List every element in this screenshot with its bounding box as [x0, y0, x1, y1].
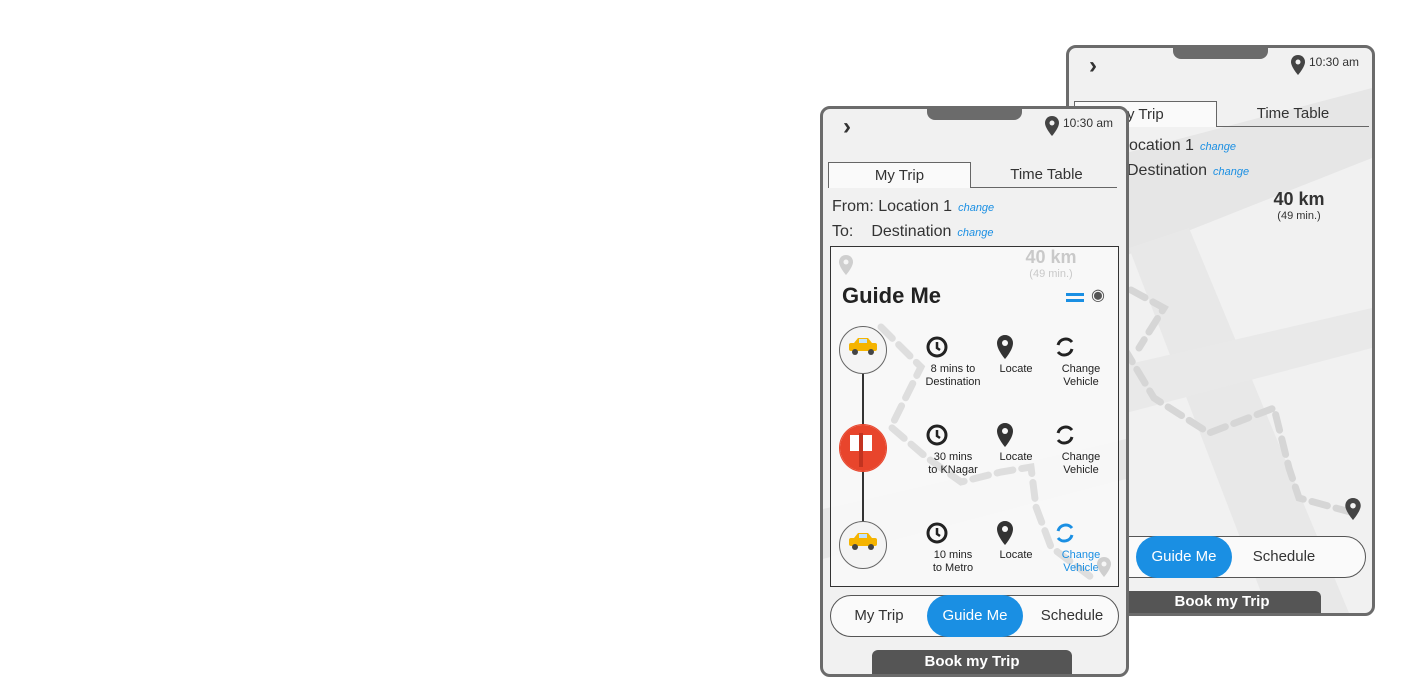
book-trip-button[interactable]: Book my Trip: [872, 650, 1072, 674]
to-value: Destination: [1127, 162, 1208, 179]
locate-label: Locate: [999, 451, 1033, 463]
change-line1: Change: [1061, 451, 1101, 463]
destination-pin-icon: [1097, 557, 1111, 577]
from-value: Location 1: [878, 198, 953, 215]
app-logo-icon: ›: [843, 113, 851, 140]
from-value: ocation 1: [1129, 137, 1194, 154]
change-line2: Vehicle: [1063, 562, 1099, 574]
locate-button[interactable]: Locate: [991, 333, 1041, 376]
clock-icon: [926, 424, 948, 446]
guide-me-title: Guide Me: [842, 283, 942, 308]
tab-time-table[interactable]: Time Table: [1217, 101, 1369, 127]
menu-icon[interactable]: [1066, 293, 1084, 305]
trip-summary: 40 km (49 min.): [1259, 189, 1339, 222]
tab-time-table[interactable]: Time Table: [971, 162, 1122, 188]
locate-label: Locate: [999, 549, 1033, 561]
locate-button[interactable]: Locate: [991, 519, 1041, 562]
from-label: From:: [832, 198, 874, 215]
clock-icon: [926, 522, 948, 544]
guide-me-panel: 40 km (49 min.) Guide Me ◉ 8 mins to Dest…: [830, 246, 1119, 587]
change-vehicle-button[interactable]: Change Vehicle: [1051, 333, 1111, 389]
location-pin-icon: [997, 423, 1013, 447]
change-line2: Vehicle: [1063, 376, 1099, 388]
front-phone-screen: › 10:30 am My Trip Time Table From: Loca…: [820, 106, 1129, 677]
location-pin-icon: [997, 335, 1013, 359]
start-pin-icon: [839, 255, 853, 275]
nav-my-trip[interactable]: My Trip: [831, 595, 927, 637]
to-value: Destination: [871, 223, 952, 240]
change-vehicle-button[interactable]: Change Vehicle: [1051, 421, 1111, 477]
refresh-icon: [1056, 425, 1074, 445]
time-line1: 30 mins: [933, 451, 973, 463]
change-line2: Vehicle: [1063, 464, 1099, 476]
eye-icon[interactable]: ◉: [1091, 285, 1105, 305]
locate-label: Locate: [999, 363, 1033, 375]
time-line2: to KNagar: [928, 464, 978, 476]
step-time: 30 mins to KNagar: [923, 421, 983, 477]
destination-pin-icon: [1345, 498, 1361, 520]
app-logo-icon: ›: [1089, 52, 1097, 79]
nav-schedule[interactable]: Schedule: [1234, 536, 1334, 578]
time-line1: 10 mins: [933, 549, 973, 561]
phone-notch: [1173, 48, 1268, 59]
change-to-link[interactable]: change: [1213, 166, 1249, 178]
duration: (49 min.): [1029, 268, 1073, 280]
tab-my-trip[interactable]: My Trip: [828, 162, 971, 188]
book-trip-button[interactable]: Book my Trip: [1123, 591, 1321, 613]
change-from-link[interactable]: change: [1200, 141, 1236, 153]
tab-divider: [971, 187, 1117, 188]
duration: (49 min.): [1277, 210, 1321, 222]
clock-icon: [926, 336, 948, 358]
change-to-link[interactable]: change: [957, 227, 993, 239]
trip-summary-faded: 40 km (49 min.): [1011, 247, 1091, 280]
location-pin-icon: [1291, 55, 1305, 75]
taxi-vehicle-icon[interactable]: [839, 326, 887, 374]
from-row: ocation 1 change: [1129, 137, 1236, 155]
refresh-icon: [1056, 523, 1074, 543]
locate-button[interactable]: Locate: [991, 421, 1041, 464]
distance: 40 km: [1025, 247, 1077, 267]
change-line1: Change: [1061, 363, 1101, 375]
tab-divider: [1217, 126, 1369, 127]
location-pin-icon: [997, 521, 1013, 545]
bus-vehicle-icon[interactable]: [839, 424, 887, 472]
taxi-vehicle-icon[interactable]: [839, 521, 887, 569]
time-line1: 8 mins to: [930, 363, 976, 375]
time-line2: to Metro: [932, 562, 974, 574]
time-line2: Destination: [925, 376, 981, 388]
status-time: 10:30 am: [1063, 116, 1114, 130]
refresh-icon: [1056, 337, 1074, 357]
to-label: To:: [832, 223, 854, 240]
status-time: 10:30 am: [1309, 55, 1360, 69]
step-time: 8 mins to Destination: [923, 333, 983, 389]
to-row: To: Destination change: [832, 223, 993, 241]
distance: 40 km: [1273, 189, 1325, 209]
nav-guide-me[interactable]: Guide Me: [927, 595, 1023, 637]
timeline-connector: [862, 472, 864, 522]
location-pin-icon: [1045, 116, 1059, 136]
change-line1: Change: [1061, 549, 1101, 561]
phone-notch: [927, 109, 1022, 120]
from-row: From: Location 1 change: [832, 198, 994, 216]
step-time: 10 mins to Metro: [923, 519, 983, 575]
bottom-nav: My Trip Guide Me Schedule: [830, 595, 1119, 637]
change-from-link[interactable]: change: [958, 202, 994, 214]
to-row: Destination change: [1127, 162, 1249, 180]
nav-schedule[interactable]: Schedule: [1024, 595, 1120, 637]
nav-guide-me[interactable]: Guide Me: [1136, 536, 1232, 578]
